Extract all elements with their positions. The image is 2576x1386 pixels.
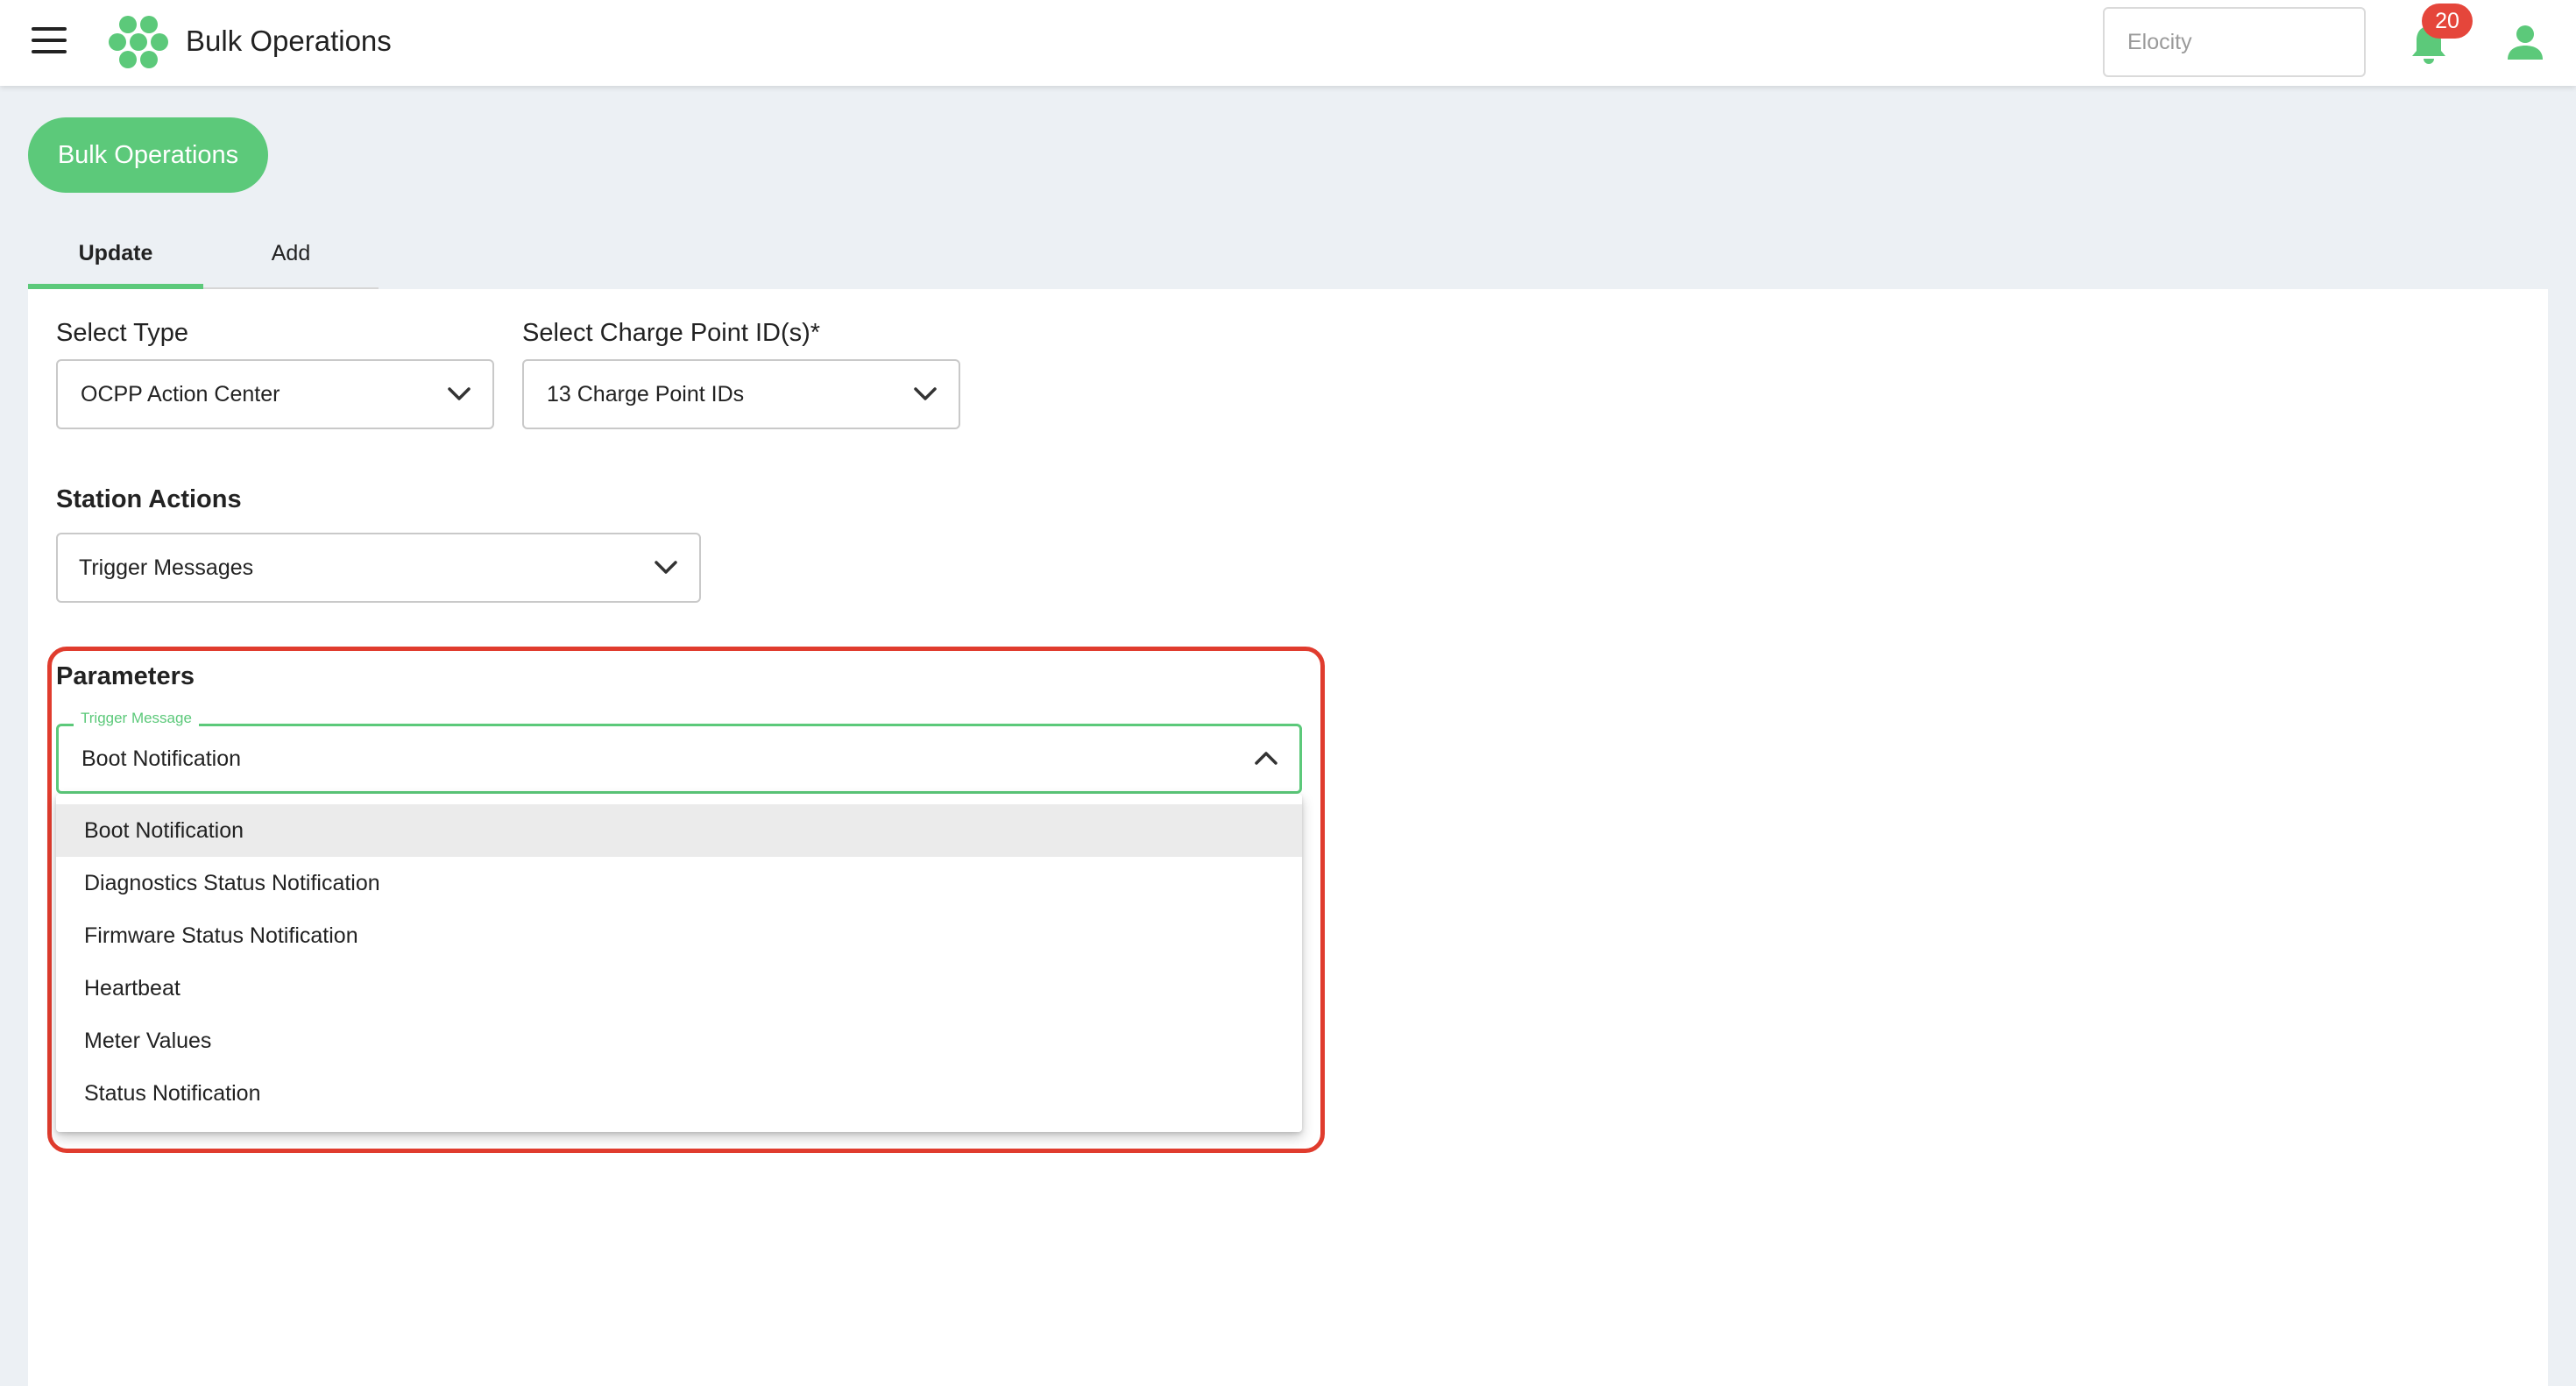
tab-bar: Update Add <box>28 223 379 289</box>
chevron-down-icon <box>448 387 471 400</box>
app-title: Bulk Operations <box>186 25 392 57</box>
parameters-label: Parameters <box>56 662 195 690</box>
option-firmware-status-notification[interactable]: Firmware Status Notification <box>56 909 1302 962</box>
charge-point-dropdown[interactable]: 13 Charge Point IDs <box>522 359 960 429</box>
station-actions-value: Trigger Messages <box>79 555 254 580</box>
tab-add[interactable]: Add <box>203 223 379 289</box>
hexagon-logo-icon <box>109 16 168 68</box>
chevron-down-icon <box>914 387 937 400</box>
station-actions-label: Station Actions <box>56 485 242 513</box>
select-type-value: OCPP Action Center <box>81 382 280 407</box>
chevron-up-icon <box>1255 752 1277 765</box>
charge-point-value: 13 Charge Point IDs <box>547 382 745 407</box>
notification-badge: 20 <box>2422 4 2473 39</box>
tenant-selector[interactable]: Elocity <box>2103 7 2366 77</box>
option-status-notification[interactable]: Status Notification <box>56 1067 1302 1120</box>
trigger-message-dropdown[interactable]: Boot Notification <box>56 724 1302 794</box>
user-icon[interactable] <box>2506 23 2544 61</box>
trigger-message-menu: Boot Notification Diagnostics Status Not… <box>56 794 1302 1132</box>
select-type-dropdown[interactable]: OCPP Action Center <box>56 359 494 429</box>
tab-update[interactable]: Update <box>28 223 203 289</box>
trigger-message-legend: Trigger Message <box>74 710 199 727</box>
option-heartbeat[interactable]: Heartbeat <box>56 962 1302 1015</box>
option-meter-values[interactable]: Meter Values <box>56 1015 1302 1067</box>
trigger-message-value: Boot Notification <box>81 746 242 771</box>
bulk-operations-button[interactable]: Bulk Operations <box>28 117 268 193</box>
charge-point-label: Select Charge Point ID(s)* <box>522 319 821 347</box>
station-actions-dropdown[interactable]: Trigger Messages <box>56 533 701 603</box>
select-type-label: Select Type <box>56 319 189 347</box>
option-diagnostics-status-notification[interactable]: Diagnostics Status Notification <box>56 857 1302 909</box>
option-boot-notification[interactable]: Boot Notification <box>56 804 1302 857</box>
top-bar: Bulk Operations Elocity 20 <box>0 0 2576 86</box>
menu-icon[interactable] <box>32 27 67 57</box>
chevron-down-icon <box>655 561 677 574</box>
